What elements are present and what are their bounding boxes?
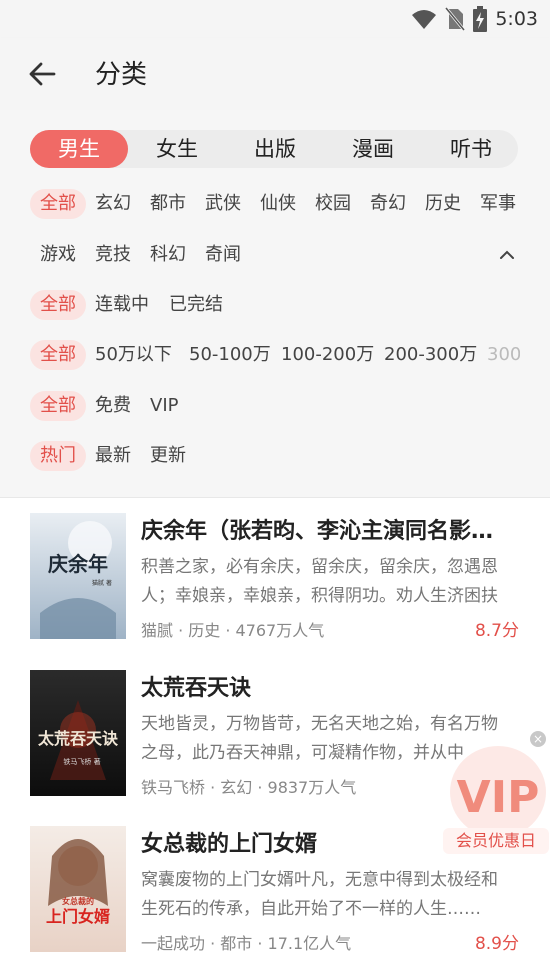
genre-chip-all[interactable]: 全部: [30, 189, 86, 219]
book-title[interactable]: 太荒吞天诀: [141, 670, 511, 702]
book-cover-image: 庆余年 猫腻 著: [30, 513, 126, 639]
status-bar: 5:03: [0, 0, 550, 38]
wordcount-chip[interactable]: 200-300万: [384, 340, 477, 370]
genre-chip[interactable]: 科幻: [150, 240, 186, 270]
book-score: 8.9分: [474, 934, 519, 954]
sort-filter-row: 热门 最新 更新: [0, 441, 550, 471]
wordcount-chip[interactable]: 50万以下: [95, 340, 172, 370]
status-time: 5:03: [495, 8, 538, 30]
price-chip[interactable]: 免费: [95, 391, 131, 421]
back-arrow-icon[interactable]: [26, 58, 58, 90]
tab-audiobook[interactable]: 听书: [422, 130, 520, 168]
genre-chip[interactable]: 军事: [480, 189, 516, 219]
book-item[interactable]: 庆余年 猫腻 著 庆余年（张若昀、李沁主演同名影视原著） 积善之家，必有余庆，留…: [0, 513, 550, 653]
page-title: 分类: [95, 60, 148, 90]
price-filter-row: 全部 免费 VIP: [0, 391, 550, 421]
genre-chip[interactable]: 都市: [150, 189, 186, 219]
status-icons: 5:03: [411, 6, 538, 32]
wordcount-chip[interactable]: 50-100万: [189, 340, 271, 370]
cover-subtitle: 女总裁的: [62, 896, 94, 906]
cover-title: 太荒吞天诀: [37, 729, 119, 748]
cover-author: 铁马飞桥 著: [63, 757, 100, 766]
genre-chip[interactable]: 玄幻: [95, 189, 131, 219]
genre-chip[interactable]: 仙侠: [260, 189, 296, 219]
price-chip[interactable]: VIP: [150, 391, 178, 421]
book-cover-image: 太荒吞天诀 铁马飞桥 著: [30, 670, 126, 796]
book-score: 8.7分: [474, 621, 519, 641]
genre-chip[interactable]: 武侠: [205, 189, 241, 219]
cover-title: 庆余年: [48, 552, 108, 576]
sort-chip[interactable]: 更新: [150, 441, 186, 471]
tab-female[interactable]: 女生: [128, 130, 226, 168]
wordcount-chip-all[interactable]: 全部: [30, 340, 86, 370]
wifi-icon: [412, 10, 437, 29]
wordcount-chip[interactable]: 100-200万: [281, 340, 374, 370]
book-description: 窝囊废物的上门女婿叶凡，无意中得到太极经和生死石的传承，自此开始了不一样的人生……: [141, 870, 498, 919]
sort-chip[interactable]: 最新: [95, 441, 131, 471]
genre-chip[interactable]: 校园: [315, 189, 351, 219]
tab-comic[interactable]: 漫画: [324, 130, 422, 168]
vip-promo-label[interactable]: 会员优惠日: [443, 828, 549, 854]
book-meta: 一起成功 · 都市 · 17.1亿人气: [141, 934, 352, 953]
category-tabs: 男生 女生 出版 漫画 听书: [30, 130, 518, 168]
wordcount-filter-row: 全部 50万以下 50-100万 100-200万 200-300万 300万以…: [0, 340, 550, 370]
genre-filter-row: 全部 玄幻 都市 武侠 仙侠 校园 奇幻 历史 军事: [0, 189, 550, 219]
wordcount-chip[interactable]: 300万以上: [487, 340, 520, 370]
status-chip-all[interactable]: 全部: [30, 290, 86, 320]
status-chip[interactable]: 连载中: [95, 290, 149, 320]
genre-filter-row-2: 游戏 竞技 科幻 奇闻: [0, 240, 550, 270]
cover-title: 上门女婿: [46, 907, 110, 926]
chevron-up-icon[interactable]: [498, 246, 516, 264]
sort-chip-hot[interactable]: 热门: [30, 441, 86, 471]
book-description: 积善之家，必有余庆，留余庆，留余庆，忽遇恩人；幸娘亲，幸娘亲，积得阴功。劝人生济…: [141, 557, 498, 606]
genre-chip[interactable]: 奇幻: [370, 189, 406, 219]
cover-author: 猫腻 著: [92, 579, 112, 587]
tab-publish[interactable]: 出版: [226, 130, 324, 168]
book-title[interactable]: 庆余年（张若昀、李沁主演同名影视原著）: [141, 513, 511, 545]
status-filter-row: 全部 连载中 已完结: [0, 290, 550, 320]
price-chip-all[interactable]: 全部: [30, 391, 86, 421]
status-chip[interactable]: 已完结: [169, 290, 223, 320]
vip-badge-text: VIP: [457, 772, 540, 823]
genre-chip[interactable]: 历史: [425, 189, 461, 219]
battery-charging-icon: [473, 6, 488, 32]
genre-chip[interactable]: 竞技: [95, 240, 131, 270]
book-meta: 猫腻 · 历史 · 4767万人气: [141, 621, 325, 640]
app-bar: 分类: [0, 38, 550, 110]
genre-chip[interactable]: 奇闻: [205, 240, 241, 270]
book-cover-image: 女总裁的 上门女婿: [30, 826, 126, 952]
tab-male[interactable]: 男生: [30, 130, 128, 168]
genre-chip[interactable]: 游戏: [40, 240, 76, 270]
no-sim-icon: [445, 7, 466, 31]
filter-panel: 男生 女生 出版 漫画 听书 全部 玄幻 都市 武侠 仙侠 校园 奇幻 历史 军…: [0, 110, 550, 498]
book-meta: 铁马飞桥 · 玄幻 · 9837万人气: [141, 778, 357, 797]
